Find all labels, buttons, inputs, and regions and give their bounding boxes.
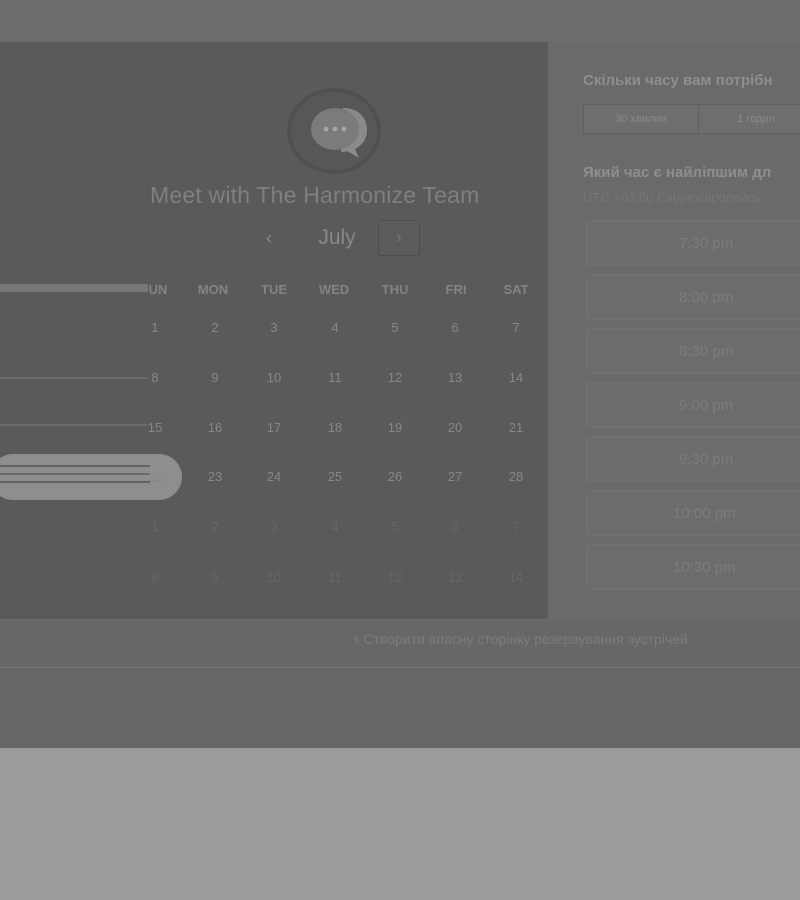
time-slot[interactable]: 8:00 pm	[586, 274, 800, 320]
calendar-day[interactable]: 26	[373, 469, 417, 484]
calendar-day[interactable]: 6	[433, 320, 477, 335]
calendar-day: 6	[451, 519, 459, 534]
calendar-day[interactable]: 2	[193, 320, 237, 335]
calendar-day: 8	[151, 570, 159, 585]
next-month-button[interactable]: ›	[378, 220, 420, 256]
weekday-label: MON	[197, 282, 229, 297]
calendar-day: 10	[266, 570, 282, 585]
calendar-day[interactable]: 16	[193, 420, 237, 435]
month-label: July	[318, 226, 356, 249]
time-slot[interactable]: 10:00 pm	[586, 490, 800, 536]
calendar-day: 9	[211, 570, 219, 585]
time-slot-label: 9:00 pm	[679, 397, 734, 414]
calendar-day[interactable]: 5	[373, 320, 417, 335]
calendar-day[interactable]: 19	[373, 420, 417, 435]
timezone-label[interactable]: UTC +03:00 Східноєвропейсь	[583, 190, 761, 205]
calendar-day[interactable]: 11	[313, 370, 357, 385]
top-strip	[0, 0, 800, 42]
calendar-day: 1	[151, 519, 159, 534]
calendar-day: 4	[331, 519, 339, 534]
time-slot[interactable]: 7:30 pm	[586, 220, 800, 266]
calendar-day: 2	[211, 519, 219, 534]
calendar-day[interactable]: 10	[252, 370, 296, 385]
create-booking-page-link[interactable]: ᛃ Створити власну сторінку резервування з…	[352, 631, 688, 647]
weekday-label: FRI	[445, 282, 467, 297]
calendar-day[interactable]: 3	[252, 320, 296, 335]
calendar-day[interactable]: 17	[252, 420, 296, 435]
highlight-line	[0, 465, 150, 467]
selected-day[interactable]: 22	[133, 469, 177, 484]
time-slot-label: 10:30 pm	[673, 559, 736, 576]
scheduler-icon: ᛃ	[352, 631, 361, 647]
duration-question: Скільки часу вам потрібн	[583, 72, 773, 89]
previous-month-button[interactable]: ‹	[256, 228, 282, 254]
time-slot-label: 8:30 pm	[679, 343, 734, 360]
calendar-day[interactable]: 9	[193, 370, 237, 385]
calendar-day: 13	[447, 570, 463, 585]
calendar-day[interactable]: 18	[313, 420, 357, 435]
duration-option-1hour[interactable]: 1 годин	[698, 104, 800, 134]
calendar-day[interactable]: 23	[193, 469, 237, 484]
time-slot[interactable]: 10:30 pm	[586, 544, 800, 590]
calendar-day[interactable]: 7	[494, 320, 538, 335]
create-booking-page-label: Створити власну сторінку резервування зу…	[363, 631, 688, 647]
calendar-day: 7	[512, 519, 520, 534]
chat-bubble-icon	[311, 108, 367, 158]
calendar-day[interactable]: 24	[252, 469, 296, 484]
calendar-day[interactable]: 21	[494, 420, 538, 435]
weekday-label: UN	[148, 282, 168, 297]
calendar-day[interactable]: 25	[313, 469, 357, 484]
calendar-day[interactable]: 20	[433, 420, 477, 435]
time-slot-label: 9:30 pm	[679, 451, 734, 468]
row-bar	[0, 424, 148, 426]
weekday-header: UN MON TUE WED THU FRI SAT	[0, 282, 548, 300]
calendar-day: 12	[387, 570, 403, 585]
weekday-label: THU	[381, 282, 409, 297]
footer-divider	[0, 667, 800, 668]
duration-option-30min[interactable]: 30 хвилин	[583, 104, 699, 134]
calendar-day[interactable]: 28	[494, 469, 538, 484]
calendar-day[interactable]: 15	[133, 420, 177, 435]
calendar-day: 14	[508, 570, 524, 585]
time-slot-label: 10:00 pm	[673, 505, 736, 522]
calendar-day[interactable]: 13	[433, 370, 477, 385]
calendar-day[interactable]: 12	[373, 370, 417, 385]
highlight-line	[0, 473, 150, 475]
calendar-day: 3	[270, 519, 278, 534]
month-navigation: ‹ July ›	[250, 220, 430, 260]
time-slot-label: 7:30 pm	[679, 235, 734, 252]
highlight-line	[0, 481, 150, 483]
calendar-day: 5	[391, 519, 399, 534]
calendar-day[interactable]: 4	[313, 320, 357, 335]
calendar-day[interactable]: 27	[433, 469, 477, 484]
time-slot[interactable]: 8:30 pm	[586, 328, 800, 374]
calendar-day[interactable]: 8	[133, 370, 177, 385]
time-slot-label: 8:00 pm	[679, 289, 734, 306]
row-bar	[0, 377, 148, 379]
time-slot[interactable]: 9:30 pm	[586, 436, 800, 482]
calendar-day[interactable]: 14	[494, 370, 538, 385]
time-slot[interactable]: 9:00 pm	[586, 382, 800, 428]
calendar-day[interactable]: 1	[133, 320, 177, 335]
booking-panel: Скільки часу вам потрібн 30 хвилин 1 год…	[548, 42, 800, 620]
weekday-label: WED	[318, 282, 350, 297]
time-question: Який час є найліпшим дл	[583, 164, 772, 181]
weekday-label: SAT	[503, 282, 529, 297]
calendar-day: 11	[328, 570, 342, 585]
weekday-label: TUE	[261, 282, 287, 297]
duration-selector: 30 хвилин 1 годин	[583, 104, 800, 134]
calendar-title: Meet with The Harmonize Team	[150, 182, 480, 208]
